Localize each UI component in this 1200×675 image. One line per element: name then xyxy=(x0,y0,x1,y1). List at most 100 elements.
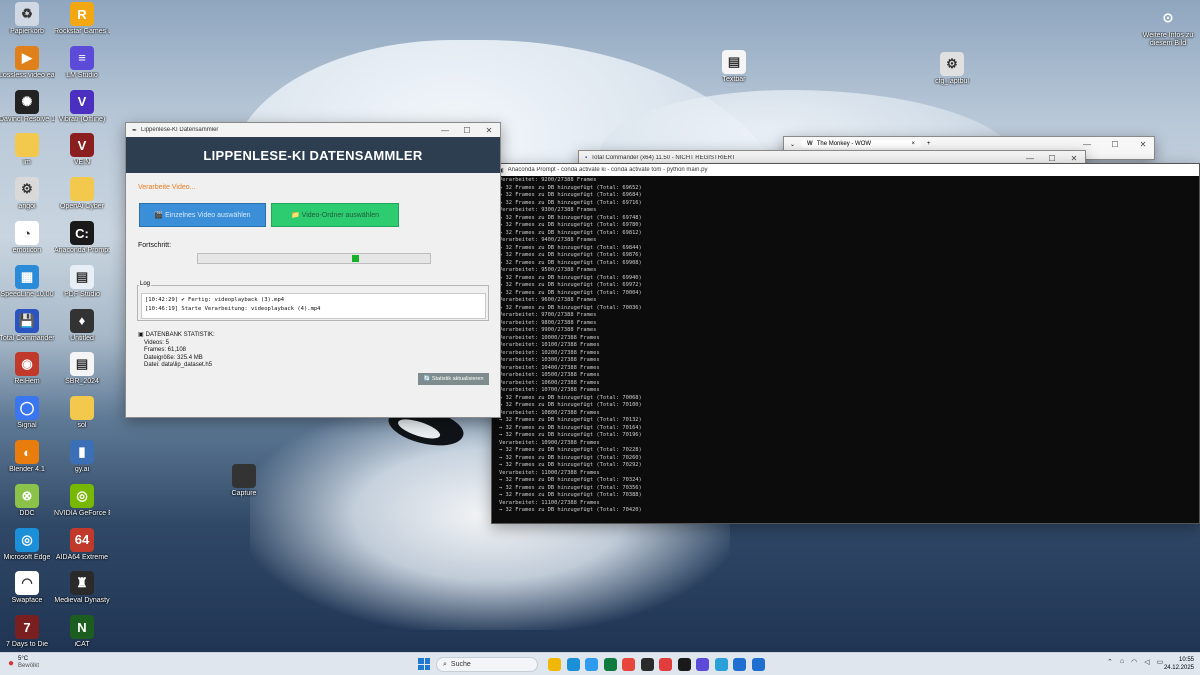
desktop-app-icon: ⊗ xyxy=(15,483,39,508)
desktop-app-icon: ◯ xyxy=(15,396,39,421)
desktop-icon[interactable]: ≡ LM Studio xyxy=(54,45,110,80)
desktop-icon[interactable]: ⚙ angoi xyxy=(0,177,55,211)
pinned-app-icon[interactable] xyxy=(585,658,598,671)
terminal-line: → 32 Frames zu DB hinzugefügt (Total: 69… xyxy=(499,274,642,281)
browser-maximize-button[interactable]: ☐ xyxy=(1104,140,1126,149)
desktop-icon-label: PDF Studio xyxy=(64,290,100,298)
new-tab-icon[interactable]: + xyxy=(927,141,931,147)
desktop-icon[interactable]: ▦ SpeedLine 10.00 xyxy=(0,264,55,299)
log-textbox[interactable]: [10:42:29] ✔ Fertig: videoplayback (3).m… xyxy=(141,293,486,319)
anaconda-terminal-window[interactable]: ▣ Anaconda Prompt - conda activate ki - … xyxy=(491,163,1200,524)
app-minimize-button[interactable]: — xyxy=(434,126,456,135)
app-maximize-button[interactable]: ☐ xyxy=(456,126,478,135)
pinned-app-icon[interactable] xyxy=(622,658,635,671)
lippenlese-app-window[interactable]: ✒ Lippenlese-KI Datensammler — ☐ ✕ LIPPE… xyxy=(125,122,501,418)
desktop-icon[interactable]: 💾 Total Commander xyxy=(0,308,55,343)
desktop-icon[interactable]: V Vibrati (Offline) xyxy=(54,89,110,124)
stats-videos: Videos: 5 xyxy=(144,339,169,346)
desktop-icon-label: Weitere Infos zu diesem Bild xyxy=(1142,32,1194,47)
desktop-app-icon: ◠ xyxy=(15,571,39,596)
desktop-icon[interactable]: ♻ Papierkorb xyxy=(0,2,55,36)
total-commander-window[interactable]: ▪ Total Commander (x64) 11.50 - NICHT RE… xyxy=(578,150,1086,165)
browser-tab[interactable]: W The Monkey - WOW × xyxy=(801,140,922,148)
desktop-icon[interactable]: V VEIN xyxy=(54,133,110,167)
desktop-icon[interactable]: R Rockstar Games Launcher xyxy=(54,2,110,36)
desktop-icon-label: Lossless video easy xyxy=(0,71,55,79)
desktop-icon[interactable]: ◔ emoticon xyxy=(0,221,55,255)
desktop-icon[interactable]: ⊙ Weitere Infos zu diesem Bild xyxy=(1140,6,1196,48)
desktop-icon-label: emoticon xyxy=(12,247,42,254)
desktop-icon[interactable]: 77 Days to Die xyxy=(0,615,55,649)
desktop-icon[interactable]: 64 AIDA64 Extreme xyxy=(54,527,110,562)
tc-close-button[interactable]: ✕ xyxy=(1063,154,1085,163)
volume-icon[interactable]: ◁ xyxy=(1144,658,1149,666)
desktop-icon[interactable]: ▤ PDF Studio xyxy=(54,264,110,299)
database-stats: ▣ DATENBANK STATISTIK: Videos: 5 Frames: … xyxy=(138,332,215,370)
tab-menu-icon[interactable]: ⌄ xyxy=(790,141,795,148)
tc-minimize-button[interactable]: — xyxy=(1019,154,1041,163)
pinned-app-icon[interactable] xyxy=(696,658,709,671)
select-single-video-button[interactable]: 🎬 Einzelnes Video auswählen xyxy=(139,203,266,227)
desktop-icon[interactable]: lm xyxy=(0,133,55,167)
terminal-line: → 32 Frames zu DB hinzugefügt (Total: 70… xyxy=(499,394,642,401)
desktop-icon-label: ReiHem xyxy=(14,378,40,386)
desktop-icon[interactable]: ◎NVIDIA GeForce Experience xyxy=(54,483,110,518)
search-box[interactable]: ⌕ Suche xyxy=(436,657,538,672)
weather-widget[interactable]: ● 5°C Bewölkt xyxy=(8,656,39,670)
tc-maximize-button[interactable]: ☐ xyxy=(1041,154,1063,163)
pinned-app-icon[interactable] xyxy=(751,658,765,671)
start-button[interactable] xyxy=(418,658,430,670)
desktop-icon[interactable]: ◎ Microsoft Edge xyxy=(0,527,55,562)
terminal-line: → 32 Frames zu DB hinzugefügt (Total: 69… xyxy=(499,244,642,251)
desktop-icon[interactable]: ◠ Swapface xyxy=(0,571,55,605)
pinned-app-icon[interactable] xyxy=(677,658,691,671)
pinned-app-icon[interactable] xyxy=(603,658,617,671)
system-tray[interactable]: ⌃ ⌂ ◠ ◁ ▭ xyxy=(1107,658,1163,666)
desktop-icon[interactable]: ▤ SBR_2024 xyxy=(54,352,110,386)
desktop-icon[interactable]: sol xyxy=(54,396,110,430)
select-video-folder-button[interactable]: 📁 Video-Ordner auswählen xyxy=(271,203,399,227)
terminal-line: → 32 Frames zu DB hinzugefügt (Total: 70… xyxy=(499,492,642,498)
terminal-line: Verarbeitet: 9300/27388 Frames xyxy=(499,207,597,213)
desktop-icon[interactable]: ◐ Blender 4.1 xyxy=(0,440,55,474)
desktop-icon[interactable]: C: Anaconda Prompt xyxy=(54,221,110,255)
pinned-app-icon[interactable] xyxy=(548,658,561,671)
network-icon[interactable]: ⌂ xyxy=(1120,658,1124,666)
pinned-app-icon[interactable] xyxy=(659,658,672,671)
refresh-stats-button[interactable]: 🔄 Statistik aktualisieren xyxy=(418,373,489,385)
desktop-app-icon: 64 xyxy=(70,527,94,552)
terminal-line: → 32 Frames zu DB hinzugefügt (Total: 69… xyxy=(499,259,642,266)
desktop-icon[interactable]: ⊗ DDC xyxy=(0,483,55,518)
desktop-icon[interactable]: ♦ Untitled xyxy=(54,308,110,343)
desktop-icon[interactable]: ▤ Textbar xyxy=(706,50,762,84)
progress-bar xyxy=(197,253,431,264)
desktop-icon[interactable]: NiCAT xyxy=(54,615,110,649)
browser-minimize-button[interactable]: — xyxy=(1076,140,1098,149)
terminal-line: Verarbeitet: 11000/27388 Frames xyxy=(499,469,600,476)
desktop-icon[interactable]: ◯ Signal xyxy=(0,396,55,430)
desktop-icon[interactable]: ◉ Capture xyxy=(216,464,272,498)
terminal-line: → 32 Frames zu DB hinzugefügt (Total: 70… xyxy=(499,432,642,438)
desktop-icon[interactable]: ⚙ cfg_laptbul xyxy=(924,52,980,86)
pinned-app-icon[interactable] xyxy=(566,658,580,671)
desktop-icon[interactable]: ◉ ReiHem xyxy=(0,352,55,386)
desktop-icon[interactable]: ▶Lossless video easy xyxy=(0,45,55,80)
app-close-button[interactable]: ✕ xyxy=(478,126,500,135)
browser-close-button[interactable]: ✕ xyxy=(1132,140,1154,149)
pinned-app-icon[interactable] xyxy=(714,658,728,671)
desktop-icon-label: Davinci Resolve 19 xyxy=(0,115,55,123)
clock[interactable]: 10:55 24.12.2025 xyxy=(1160,656,1194,672)
tray-chevron-icon[interactable]: ⌃ xyxy=(1107,658,1113,666)
pinned-app-icon[interactable] xyxy=(640,658,654,671)
wifi-icon[interactable]: ◠ xyxy=(1131,658,1137,666)
tab-close-icon[interactable]: × xyxy=(912,141,916,147)
desktop-icon[interactable]: ▮ gy.ai xyxy=(54,440,110,474)
terminal-output[interactable]: Verarbeitet: 9200/27388 Frames → 32 Frame… xyxy=(492,176,1199,523)
desktop-icon[interactable]: ✺ Davinci Resolve 19 xyxy=(0,89,55,124)
desktop-icon[interactable]: OpenAi Cyber xyxy=(54,177,110,211)
desktop-icon[interactable]: ♜ Medieval Dynasty xyxy=(54,571,110,605)
desktop-app-icon: ◐ xyxy=(15,440,39,464)
desktop-app-icon: ▤ xyxy=(70,264,94,289)
pinned-app-icon[interactable] xyxy=(733,658,746,671)
terminal-line: → 32 Frames zu DB hinzugefügt (Total: 70… xyxy=(499,424,642,431)
